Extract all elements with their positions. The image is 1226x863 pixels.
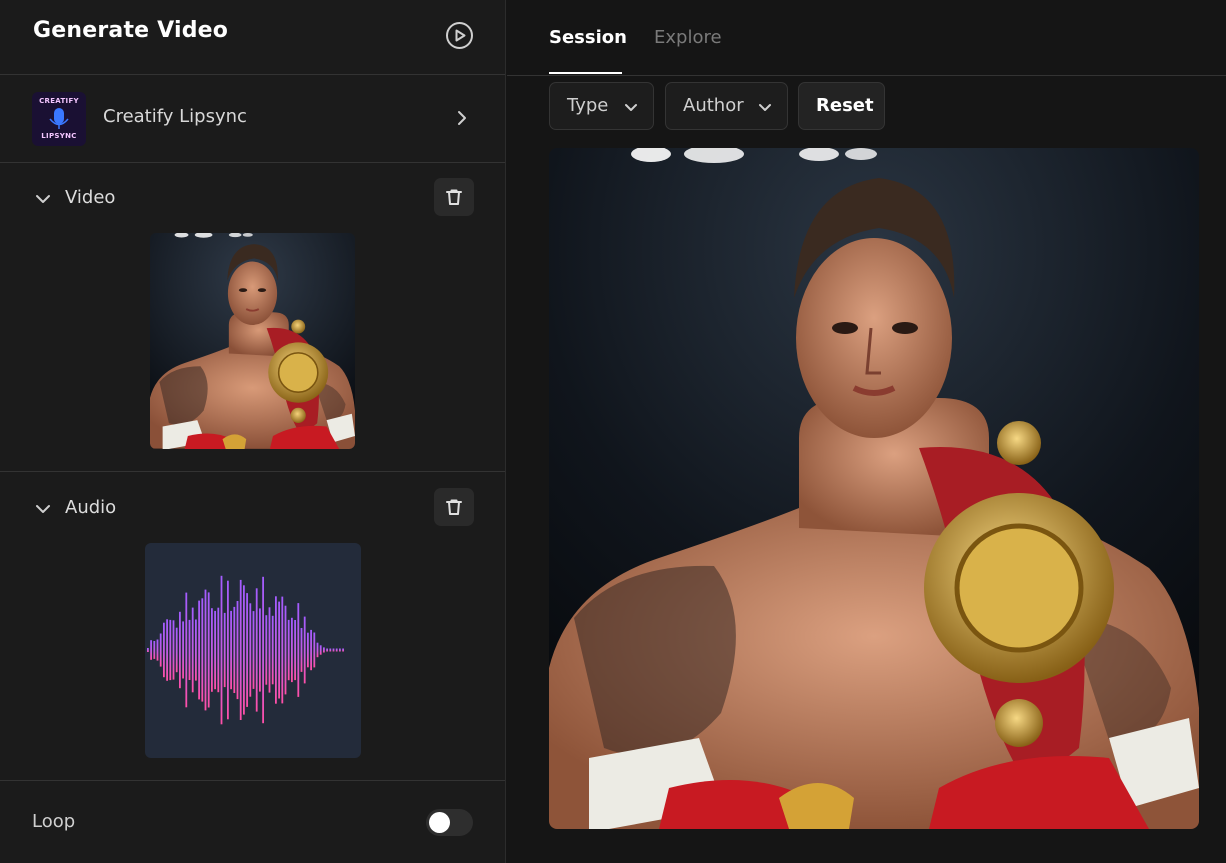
trash-icon [446, 499, 462, 515]
model-name: Creatify Lipsync [103, 106, 247, 127]
type-filter-dropdown[interactable]: Type [549, 82, 654, 130]
model-logo-text-bottom: LIPSYNC [41, 132, 77, 140]
video-delete-button[interactable] [434, 178, 474, 216]
tab-explore[interactable]: Explore [654, 27, 722, 48]
chevron-down-icon[interactable] [34, 500, 52, 518]
section-divider [0, 780, 505, 781]
chevron-right-icon [452, 108, 472, 128]
play-icon[interactable] [445, 21, 474, 50]
trash-icon [446, 189, 462, 205]
reset-label: Reset [816, 95, 874, 116]
loop-label: Loop [32, 811, 76, 832]
chevron-down-icon[interactable] [34, 190, 52, 208]
chevron-down-icon [759, 104, 771, 111]
app-window: Generate Video CREATIFY LIPSYNC Creatify… [0, 0, 1226, 863]
tab-session[interactable]: Session [549, 27, 627, 48]
video-section-header: Video [0, 178, 505, 218]
video-section-label: Video [65, 187, 116, 208]
author-filter-label: Author [683, 95, 744, 116]
toggle-knob [429, 812, 450, 833]
audio-delete-button[interactable] [434, 488, 474, 526]
section-divider [0, 471, 505, 472]
model-selector[interactable]: CREATIFY LIPSYNC Creatify Lipsync [0, 75, 505, 163]
reset-button[interactable]: Reset [798, 82, 885, 130]
tabs-divider [507, 75, 1226, 76]
active-tab-indicator [549, 72, 622, 74]
audio-section-header: Audio [0, 488, 505, 528]
panel-title: Generate Video [33, 18, 229, 43]
results-panel: Session Explore Type Author Reset [507, 0, 1226, 863]
generated-preview-image[interactable] [549, 148, 1199, 829]
audio-section-label: Audio [65, 497, 117, 518]
model-logo: CREATIFY LIPSYNC [32, 92, 86, 146]
loop-toggle[interactable] [426, 809, 473, 836]
panel-header: Generate Video [0, 0, 505, 75]
audio-waveform[interactable] [145, 543, 361, 758]
author-filter-dropdown[interactable]: Author [665, 82, 788, 130]
type-filter-label: Type [567, 95, 609, 116]
generate-panel: Generate Video CREATIFY LIPSYNC Creatify… [0, 0, 506, 863]
chevron-down-icon [625, 104, 637, 111]
video-thumbnail[interactable] [150, 233, 355, 449]
